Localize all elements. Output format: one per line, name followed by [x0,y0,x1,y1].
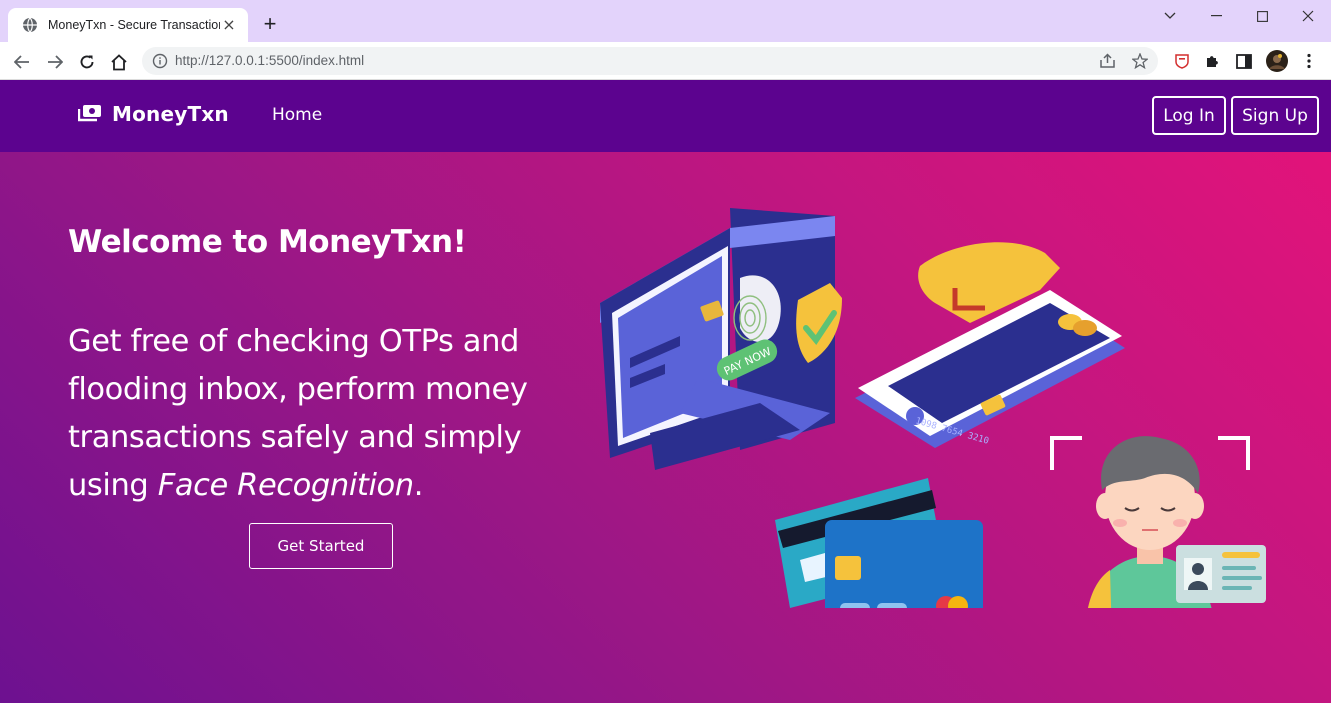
arrow-left-icon [14,55,29,69]
reload-icon [80,55,94,69]
star-icon[interactable] [1132,53,1148,69]
forward-button[interactable] [42,49,68,75]
minimize-icon [1210,15,1222,17]
back-button[interactable] [9,49,35,75]
kebab-menu-icon [1307,53,1311,69]
arrow-right-icon [48,55,63,69]
credit-cards-illustration [775,478,983,608]
close-window-button[interactable] [1285,0,1331,32]
extensions-button[interactable] [1203,51,1223,71]
info-icon[interactable] [152,53,168,69]
hero-title: Welcome to MoneyTxn! [68,224,467,260]
extension-shield-icon[interactable] [1172,51,1192,71]
puzzle-icon [1207,56,1218,67]
address-bar[interactable]: http://127.0.0.1:5500/index.html [142,47,1158,75]
browser-toolbar: http://127.0.0.1:5500/index.html [0,42,1331,80]
minimize-button[interactable] [1193,0,1239,32]
maximize-icon [1256,10,1268,22]
close-icon [1302,10,1314,22]
menu-button[interactable] [1299,51,1319,71]
chevron-down-icon [1164,12,1176,19]
browser-tab[interactable]: MoneyTxn - Secure Transactions × [8,8,248,42]
new-tab-button[interactable]: + [258,12,282,36]
side-panel-button[interactable] [1234,51,1254,71]
home-button[interactable] [106,49,132,75]
shield-icon [1175,54,1189,69]
brand-link[interactable]: MoneyTxn [78,102,229,126]
phone-illustration: 1098 7654 3210 [855,242,1125,448]
get-started-button[interactable]: Get Started [249,523,393,569]
nav-link-home[interactable]: Home [272,105,322,125]
face-recognition-illustration [1050,436,1266,608]
monitor-illustration: PAY NOW [600,208,842,470]
tab-search-button[interactable] [1147,0,1193,32]
tab-title: MoneyTxn - Secure Transactions [48,18,220,32]
globe-icon [23,17,37,33]
signup-button[interactable]: Sign Up [1231,96,1319,135]
site-navbar: MoneyTxn Home Log In Sign Up [0,80,1331,152]
hero-description: Get free of checking OTPs and flooding i… [68,318,588,510]
side-panel-icon [1236,53,1252,69]
hero-description-emphasis: Face Recognition [157,468,414,503]
hero-section: Welcome to MoneyTxn! Get free of checkin… [0,152,1331,703]
secure-payment-illustration: PAY NOW 1098 7654 3210 [600,208,1266,608]
hero-description-end: . [413,468,424,503]
avatar-icon [1266,50,1288,72]
home-icon [111,53,127,70]
maximize-button[interactable] [1239,0,1285,32]
reload-button[interactable] [74,49,100,75]
browser-titlebar: MoneyTxn - Secure Transactions × + [0,0,1331,42]
profile-avatar[interactable] [1266,50,1288,72]
url-text[interactable]: http://127.0.0.1:5500/index.html [175,53,364,68]
share-icon[interactable] [1099,53,1117,69]
tab-close-button[interactable]: × [220,17,238,33]
web-page: MoneyTxn Home Log In Sign Up Welcome to … [0,80,1331,703]
brand-name: MoneyTxn [112,102,229,126]
login-button[interactable]: Log In [1152,96,1226,135]
money-icon [78,105,101,122]
